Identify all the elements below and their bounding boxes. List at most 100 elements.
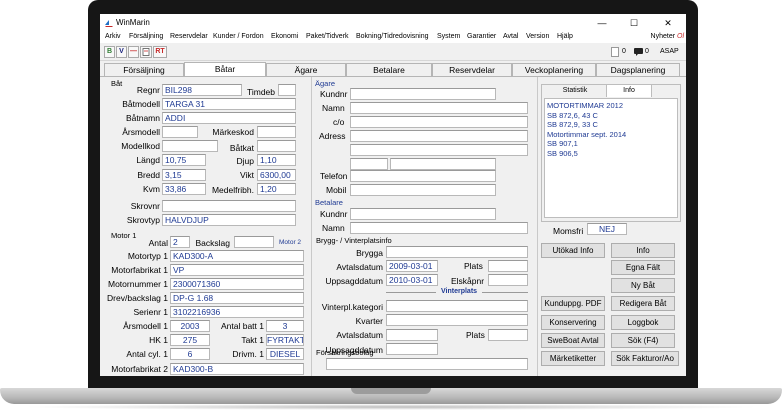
kunduppg-pdf-button[interactable]: Kunduppg. PDF: [541, 296, 605, 311]
minimize-button[interactable]: —: [590, 16, 614, 30]
inbox-icon[interactable]: [611, 47, 619, 57]
utokad-info-button[interactable]: Utökad Info: [541, 243, 605, 258]
toolbar-b-button[interactable]: B: [104, 46, 115, 58]
toolbar-rt-button[interactable]: RT: [153, 46, 167, 58]
backslag-field[interactable]: [234, 236, 274, 248]
motorfabrikat-field[interactable]: VP: [170, 264, 304, 276]
info-button[interactable]: Info: [611, 243, 675, 258]
menu-version[interactable]: Version: [526, 33, 549, 40]
loggbok-button[interactable]: Loggbok: [611, 315, 675, 330]
plats-field[interactable]: [488, 260, 528, 272]
agare-telefon-field[interactable]: [350, 170, 496, 182]
kvm-field[interactable]: 33,86: [162, 183, 206, 195]
medelfribh-field[interactable]: 1,20: [257, 183, 296, 195]
menu-system[interactable]: System: [437, 33, 460, 40]
tab-batar[interactable]: Båtar: [184, 62, 266, 76]
motorfabrikat2-field[interactable]: KAD300-B: [170, 363, 304, 375]
kvarter-field[interactable]: [386, 314, 528, 326]
brygga-field[interactable]: [386, 246, 528, 258]
menu-ekonomi[interactable]: Ekonomi: [271, 33, 298, 40]
antal-field[interactable]: 2: [170, 236, 190, 248]
asap-label[interactable]: ASAP: [660, 48, 679, 55]
betalare-namn-field[interactable]: [350, 222, 528, 234]
tab-dagsplanering[interactable]: Dagsplanering: [596, 63, 680, 76]
sok-fakturor-button[interactable]: Sök Fakturor/Ao: [611, 351, 679, 366]
agare-co-field[interactable]: [350, 116, 528, 128]
timdeb-field[interactable]: [278, 84, 296, 96]
modellkod-field[interactable]: [162, 140, 218, 152]
menu-paket-tidverk[interactable]: Paket/Tidverk: [306, 33, 349, 40]
egna-falt-button[interactable]: Egna Fält: [611, 260, 675, 275]
takt-field[interactable]: FYRTAKT: [266, 334, 304, 346]
tab-info[interactable]: Info: [606, 84, 652, 97]
betalare-kundnr-field[interactable]: [350, 208, 496, 220]
v-avtalsdatum-field[interactable]: [386, 329, 438, 341]
sok-f4-button[interactable]: Sök (F4): [611, 333, 675, 348]
vinterplats-kategori-field[interactable]: [386, 300, 528, 312]
menu-forsaljning[interactable]: Försäljning: [129, 33, 163, 40]
menu-avtal[interactable]: Avtal: [503, 33, 518, 40]
vikt-field[interactable]: 6300,00: [257, 169, 296, 181]
redigera-bat-button[interactable]: Redigera Båt: [611, 296, 675, 311]
close-button[interactable]: ✕: [656, 16, 680, 30]
serienr-field[interactable]: 3102216936: [170, 306, 304, 318]
agare-namn-field[interactable]: [350, 102, 528, 114]
toolbar-minus-button[interactable]: —: [128, 46, 139, 58]
agare-ort-field[interactable]: [390, 158, 496, 170]
motor2-link[interactable]: Motor 2: [279, 239, 301, 246]
agare-mobil-field[interactable]: [350, 184, 496, 196]
marketiketter-button[interactable]: Märketiketter: [541, 351, 605, 366]
tab-agare[interactable]: Ägare: [266, 63, 346, 76]
maximize-button[interactable]: ☐: [622, 16, 646, 30]
agare-adress2-field[interactable]: [350, 144, 528, 156]
momsfri-field[interactable]: NEJ: [587, 223, 627, 235]
chat-icon[interactable]: [634, 48, 643, 56]
v-plats-field[interactable]: [488, 329, 528, 341]
djup-field[interactable]: 1,10: [257, 154, 296, 166]
langd-field[interactable]: 10,75: [162, 154, 206, 166]
elskapnr-field[interactable]: [488, 274, 528, 286]
tab-forsaljning[interactable]: Försäljning: [104, 63, 184, 76]
arsmodell-field[interactable]: [162, 126, 198, 138]
batnamn-field[interactable]: ADDI: [162, 112, 296, 124]
agare-kundnr-field[interactable]: [350, 88, 496, 100]
uppsagddatum-field[interactable]: 2010-03-01: [386, 274, 438, 286]
ny-bat-button[interactable]: Ny Båt: [611, 278, 675, 293]
tab-reservdelar[interactable]: Reservdelar: [432, 63, 512, 76]
info-textarea[interactable]: MOTORTIMMAR 2012 SB 872,6, 43 C SB 872,9…: [544, 98, 678, 218]
tab-betalare[interactable]: Betalare: [346, 63, 432, 76]
motortyp-field[interactable]: KAD300-A: [170, 250, 304, 262]
skrovnr-field[interactable]: [162, 200, 296, 212]
menu-bokning[interactable]: Bokning/Tidredovisning: [356, 33, 429, 40]
menu-garantier[interactable]: Garantier: [467, 33, 496, 40]
antal-batt-field[interactable]: 3: [266, 320, 304, 332]
news-link[interactable]: Nyheter Ol: [651, 33, 684, 40]
hk-field[interactable]: 275: [170, 334, 210, 346]
motornummer-field[interactable]: 2300071360: [170, 278, 304, 290]
konservering-button[interactable]: Konservering: [541, 315, 605, 330]
toolbar-v-button[interactable]: V: [116, 46, 127, 58]
regnr-field[interactable]: BIL298: [162, 84, 242, 96]
antal-cyl-field[interactable]: 6: [170, 348, 210, 360]
menu-reservdelar[interactable]: Reservdelar: [170, 33, 208, 40]
batkat-field[interactable]: [257, 140, 296, 152]
menu-kunder-fordon[interactable]: Kunder / Fordon: [213, 33, 264, 40]
markeskod-field[interactable]: [257, 126, 296, 138]
toolbar-document-button[interactable]: [140, 46, 152, 58]
sweboat-avtal-button[interactable]: SweBoat Avtal: [541, 333, 605, 348]
skrovtyp-field[interactable]: HALVDJUP: [162, 214, 296, 226]
drev-field[interactable]: DP-G 1.68: [170, 292, 304, 304]
avtalsdatum-field[interactable]: 2009-03-01: [386, 260, 438, 272]
menu-arkiv[interactable]: Arkiv: [105, 33, 121, 40]
arsmodell1-field[interactable]: 2003: [170, 320, 210, 332]
v-uppsagddatum-field[interactable]: [386, 343, 438, 355]
agare-adress-field[interactable]: [350, 130, 528, 142]
drivm-field[interactable]: DIESEL: [266, 348, 304, 360]
bredd-field[interactable]: 3,15: [162, 169, 206, 181]
tab-veckoplanering[interactable]: Veckoplanering: [512, 63, 596, 76]
agare-postnr-field[interactable]: [350, 158, 388, 170]
forsakring-field[interactable]: [326, 358, 528, 370]
batmodell-field[interactable]: TARGA 31: [162, 98, 296, 110]
menu-hjalp[interactable]: Hjälp: [557, 33, 573, 40]
tab-statistik[interactable]: Statistik: [544, 85, 606, 97]
